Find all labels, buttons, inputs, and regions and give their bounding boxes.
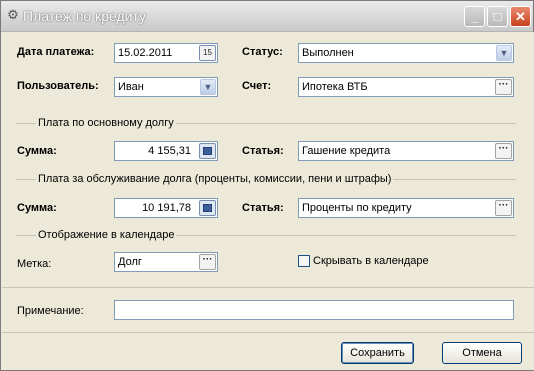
calendar-group-title: Отображение в календаре xyxy=(36,229,177,241)
service-sum-value: 10 191,78 xyxy=(142,202,191,214)
title-bar[interactable]: ⚙ Платеж по кредиту _ □ ✕ xyxy=(1,1,533,32)
service-item-select-button[interactable]: ··· xyxy=(495,200,512,216)
account-value: Ипотека ВТБ xyxy=(302,81,368,93)
chevron-down-icon[interactable]: ▼ xyxy=(200,79,216,95)
account-select-button[interactable]: ··· xyxy=(495,79,512,95)
note-field[interactable] xyxy=(114,300,514,320)
window-title: Платеж по кредиту xyxy=(23,8,147,24)
principal-group: Плата по основному долгу xyxy=(16,117,516,129)
payment-date-label: Дата платежа: xyxy=(17,46,95,58)
account-label: Счет: xyxy=(242,80,272,92)
payment-dialog: ⚙ Платеж по кредиту _ □ ✕ Дата платежа: … xyxy=(0,0,534,371)
mark-value: Долг xyxy=(118,256,142,268)
user-select[interactable]: Иван ▼ xyxy=(114,77,218,97)
principal-item-select-button[interactable]: ··· xyxy=(495,143,512,159)
calculator-icon[interactable] xyxy=(199,200,216,216)
save-button[interactable]: Сохранить xyxy=(341,342,414,364)
footer-divider xyxy=(2,332,534,333)
principal-sum-label: Сумма: xyxy=(17,145,57,157)
mark-field[interactable]: Долг ··· xyxy=(114,252,218,272)
close-button[interactable]: ✕ xyxy=(510,6,531,27)
calendar-icon: 15 xyxy=(203,48,212,57)
user-value: Иван xyxy=(118,81,144,93)
account-field[interactable]: Ипотека ВТБ ··· xyxy=(298,77,514,97)
chevron-down-icon[interactable]: ▼ xyxy=(496,45,512,61)
payment-date-field[interactable]: 15.02.2011 15 xyxy=(114,43,218,63)
dialog-body: Дата платежа: 15.02.2011 15 Статус: Выпо… xyxy=(2,32,534,370)
hide-in-calendar-label[interactable]: Скрывать в календаре xyxy=(313,255,429,267)
principal-item-value: Гашение кредита xyxy=(302,145,391,157)
calculator-icon[interactable] xyxy=(199,143,216,159)
service-item-field[interactable]: Проценты по кредиту ··· xyxy=(298,198,514,218)
service-group: Плата за обслуживание долга (проценты, к… xyxy=(16,173,516,185)
service-item-label: Статья: xyxy=(242,202,284,214)
status-value: Выполнен xyxy=(302,47,354,59)
hide-in-calendar-checkbox[interactable] xyxy=(298,255,310,267)
cancel-button[interactable]: Отмена xyxy=(442,342,522,364)
principal-sum-field[interactable]: 4 155,31 xyxy=(114,141,218,161)
principal-group-title: Плата по основному долгу xyxy=(36,117,176,129)
note-label: Примечание: xyxy=(17,305,84,317)
principal-sum-value: 4 155,31 xyxy=(148,145,191,157)
gear-icon: ⚙ xyxy=(7,7,19,22)
maximize-icon: □ xyxy=(493,9,502,24)
calendar-button[interactable]: 15 xyxy=(199,45,216,61)
service-group-title: Плата за обслуживание долга (проценты, к… xyxy=(36,173,394,185)
section-divider xyxy=(2,287,534,288)
user-label: Пользователь: xyxy=(17,80,99,92)
mark-label: Метка: xyxy=(17,258,52,270)
principal-item-field[interactable]: Гашение кредита ··· xyxy=(298,141,514,161)
service-sum-field[interactable]: 10 191,78 xyxy=(114,198,218,218)
status-label: Статус: xyxy=(242,46,283,58)
service-item-value: Проценты по кредиту xyxy=(302,202,412,214)
minimize-icon: _ xyxy=(470,9,479,24)
status-select[interactable]: Выполнен ▼ xyxy=(298,43,514,63)
payment-date-value: 15.02.2011 xyxy=(118,47,173,59)
maximize-button[interactable]: □ xyxy=(487,6,508,27)
calendar-group: Отображение в календаре xyxy=(16,229,516,241)
mark-select-button[interactable]: ··· xyxy=(199,254,216,270)
minimize-button[interactable]: _ xyxy=(464,6,485,27)
close-icon: ✕ xyxy=(515,9,526,24)
service-sum-label: Сумма: xyxy=(17,202,57,214)
principal-item-label: Статья: xyxy=(242,145,284,157)
